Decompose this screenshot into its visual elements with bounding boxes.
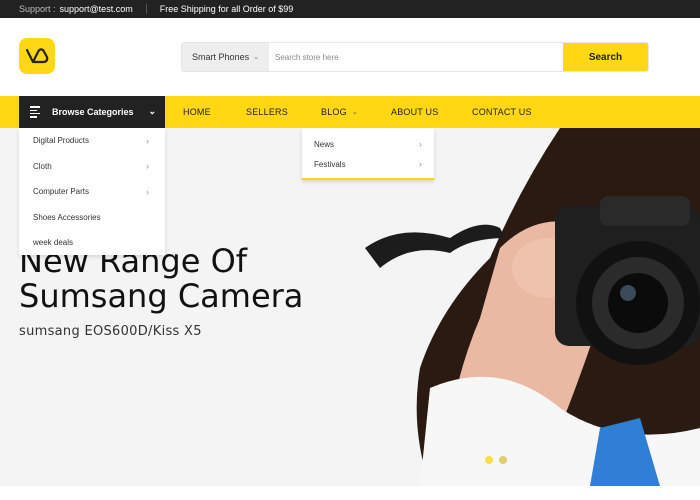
shipping-notice: Free Shipping for all Order of $99 bbox=[159, 4, 294, 14]
top-bar: Support : support@test.com Free Shipping… bbox=[0, 0, 700, 18]
chevron-down-icon: ⌄ bbox=[351, 109, 358, 116]
logo-icon[interactable] bbox=[19, 38, 55, 74]
blog-dropdown: News › Festivals › bbox=[302, 128, 434, 180]
chevron-right-icon: › bbox=[419, 159, 422, 169]
category-item-digital-products[interactable]: Digital Products › bbox=[19, 128, 165, 154]
slider-dot[interactable] bbox=[499, 456, 507, 464]
search-category-value: Smart Phones bbox=[192, 52, 250, 62]
page-bottom bbox=[0, 486, 700, 500]
category-item-week-deals[interactable]: week deals bbox=[19, 230, 165, 256]
menu-icon bbox=[30, 106, 40, 118]
category-item-shoes-accessories[interactable]: Shoes Accessories bbox=[19, 205, 165, 231]
blog-item-label: Festivals bbox=[314, 159, 346, 169]
category-item-cloth[interactable]: Cloth › bbox=[19, 154, 165, 180]
blog-item-news[interactable]: News › bbox=[302, 134, 434, 154]
nav-item-sellers[interactable]: SELLERS bbox=[246, 96, 288, 128]
hero-title-line-2: Sumsang Camera bbox=[19, 277, 304, 315]
chevron-down-icon: ⌄ bbox=[148, 106, 156, 116]
browse-categories-button[interactable]: Browse Categories ⌄ bbox=[19, 96, 165, 128]
nav-item-about-us[interactable]: ABOUT US bbox=[391, 96, 438, 128]
category-item-label: Digital Products bbox=[33, 136, 90, 146]
support-label: Support : bbox=[19, 4, 56, 14]
nav-item-blog[interactable]: BLOG ⌄ bbox=[321, 96, 358, 128]
nav-item-home[interactable]: HOME bbox=[183, 96, 211, 128]
search-button[interactable]: Search bbox=[563, 43, 648, 71]
main-navigation: Browse Categories ⌄ HOME SELLERS BLOG ⌄ … bbox=[0, 96, 700, 128]
chevron-right-icon: › bbox=[146, 186, 149, 197]
hero-subtitle: sumsang EOS600D/Kiss X5 bbox=[19, 324, 202, 339]
search-input[interactable] bbox=[269, 43, 563, 71]
slider-dot[interactable] bbox=[485, 456, 493, 464]
slider-dots bbox=[485, 456, 507, 464]
category-item-label: Computer Parts bbox=[33, 187, 90, 197]
category-dropdown: Digital Products › Cloth › Computer Part… bbox=[19, 128, 165, 255]
blog-item-festivals[interactable]: Festivals › bbox=[302, 154, 434, 174]
search-bar: Smart Phones ⌄ Search bbox=[181, 42, 649, 72]
chevron-down-icon: ⌄ bbox=[253, 54, 259, 61]
topbar-divider bbox=[145, 4, 147, 14]
logo-mark-icon bbox=[25, 48, 49, 64]
chevron-right-icon: › bbox=[146, 135, 149, 146]
search-category-select[interactable]: Smart Phones ⌄ bbox=[182, 43, 269, 71]
category-item-label: Shoes Accessories bbox=[33, 212, 101, 222]
category-item-label: week deals bbox=[33, 238, 74, 248]
chevron-right-icon: › bbox=[419, 139, 422, 149]
category-item-label: Cloth bbox=[33, 161, 52, 171]
nav-item-contact-us[interactable]: CONTACT US bbox=[472, 96, 532, 128]
category-item-computer-parts[interactable]: Computer Parts › bbox=[19, 179, 165, 205]
site-header: Smart Phones ⌄ Search bbox=[0, 18, 700, 96]
nav-item-blog-label: BLOG bbox=[321, 107, 347, 117]
blog-item-label: News bbox=[314, 139, 335, 149]
support-email-link[interactable]: support@test.com bbox=[60, 4, 133, 14]
browse-categories-label: Browse Categories bbox=[52, 107, 134, 117]
chevron-right-icon: › bbox=[146, 161, 149, 172]
